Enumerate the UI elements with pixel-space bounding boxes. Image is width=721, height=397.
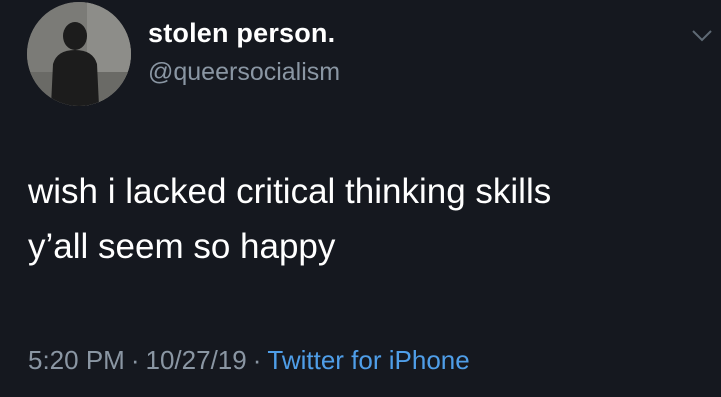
tweet-text-line: y’all seem so happy — [28, 227, 336, 266]
tweet-text-line: wish i lacked critical thinking skills — [28, 172, 552, 211]
tweet-metadata: 5:20 PM · 10/27/19 · Twitter for iPhone — [28, 345, 470, 376]
chevron-down-icon[interactable] — [690, 28, 714, 44]
tweet-source-link[interactable]: Twitter for iPhone — [267, 345, 469, 375]
avatar[interactable] — [27, 2, 131, 106]
separator: · — [252, 345, 262, 375]
tweet-card: stolen person. @queersocialism wish i la… — [0, 0, 721, 397]
avatar-photo — [27, 2, 131, 106]
tweet-text: wish i lacked critical thinking skills y… — [28, 164, 551, 274]
separator: · — [130, 345, 140, 375]
user-handle[interactable]: @queersocialism — [148, 58, 340, 87]
display-name[interactable]: stolen person. — [148, 18, 335, 49]
tweet-time[interactable]: 5:20 PM — [28, 345, 125, 375]
tweet-date[interactable]: 10/27/19 — [146, 345, 247, 375]
